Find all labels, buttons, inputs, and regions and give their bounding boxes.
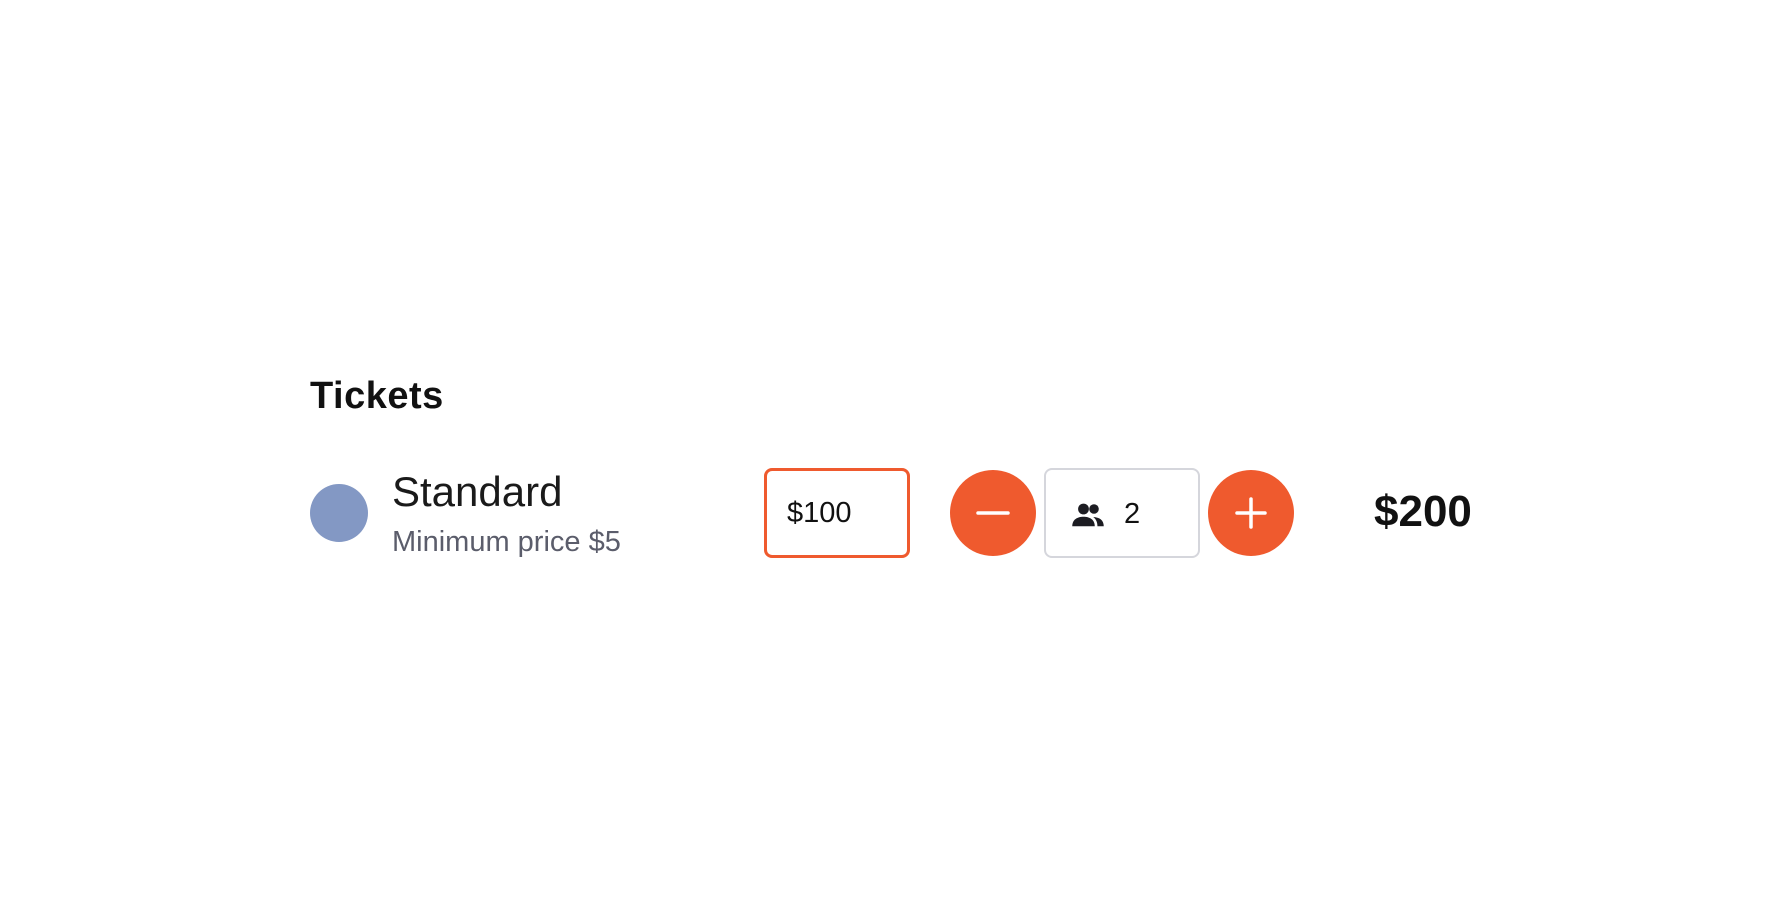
minus-icon bbox=[976, 496, 1010, 530]
minimum-price-label: Minimum price $5 bbox=[392, 526, 621, 558]
ticket-row: Standard Minimum price $5 $100 2 $200 bbox=[310, 466, 1490, 560]
people-icon bbox=[1070, 497, 1106, 533]
line-total: $200 bbox=[1374, 487, 1472, 536]
quantity-field[interactable] bbox=[1044, 468, 1200, 558]
price-input[interactable] bbox=[764, 468, 910, 558]
increment-button[interactable] bbox=[1208, 470, 1294, 556]
quantity-input[interactable] bbox=[1124, 488, 1184, 540]
plus-icon bbox=[1234, 496, 1268, 530]
section-title: Tickets bbox=[310, 375, 444, 417]
decrement-button[interactable] bbox=[950, 470, 1036, 556]
ticket-name: Standard bbox=[392, 468, 563, 515]
tier-color-dot bbox=[310, 484, 368, 542]
